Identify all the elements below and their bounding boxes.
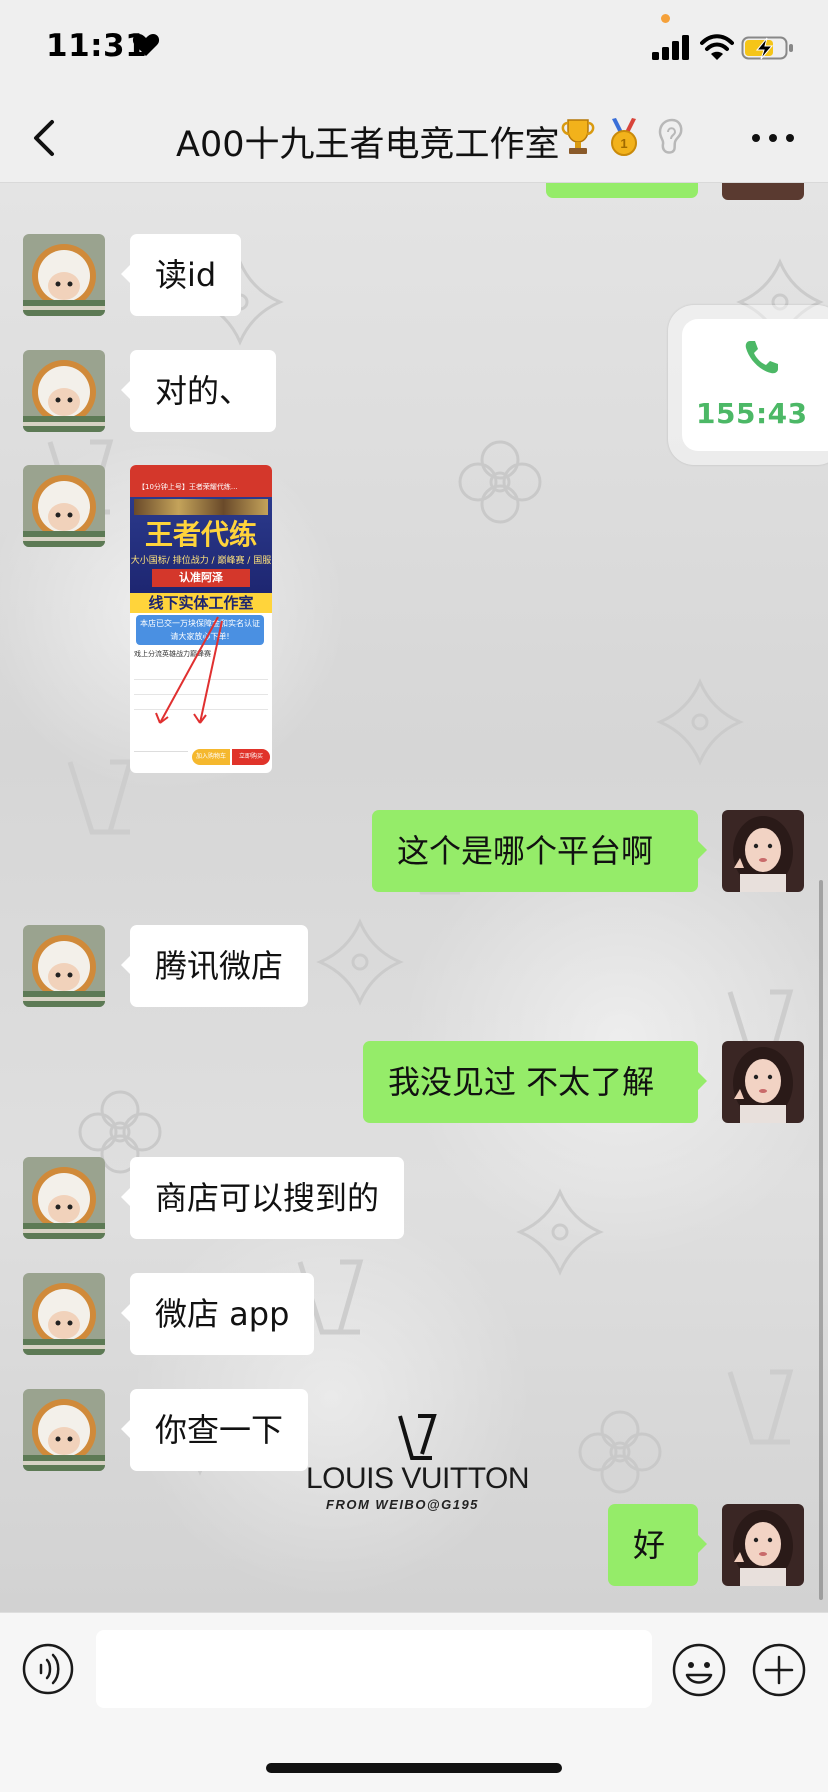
hero-row xyxy=(134,499,268,515)
previous-bubble-partial xyxy=(546,182,698,198)
red-arrows xyxy=(155,616,223,724)
status-bar: 11:31 xyxy=(0,0,828,92)
contact-avatar[interactable] xyxy=(23,465,105,547)
call-duration-text: 155:43 xyxy=(696,397,808,430)
phone-icon xyxy=(745,341,778,374)
my-avatar[interactable] xyxy=(722,1041,804,1123)
gold-medal-icon: 1 xyxy=(611,118,637,156)
plus-icon[interactable] xyxy=(752,1643,806,1697)
watermark-credit: FROM WEIBO@G195 xyxy=(326,1497,479,1512)
image-status-strip xyxy=(130,465,272,477)
message-bubble-received[interactable]: 微店 app xyxy=(120,1273,315,1355)
image-bottom-icons xyxy=(134,751,188,764)
contact-avatar[interactable] xyxy=(23,1389,105,1471)
banner-badge: 认准阿泽 xyxy=(152,569,250,587)
my-avatar[interactable] xyxy=(722,1504,804,1586)
message-bubble-received[interactable]: 你查一下 xyxy=(120,1389,309,1471)
call-duration-inner: 155:43 xyxy=(682,319,828,451)
my-avatar[interactable] xyxy=(722,810,804,892)
chat-header: A00十九王者电竞工作室 1 xyxy=(0,92,828,183)
home-indicator[interactable] xyxy=(266,1763,562,1773)
more-options-icon[interactable] xyxy=(750,128,796,148)
image-button-right: 立即购买 xyxy=(232,749,270,765)
wifi-icon xyxy=(700,34,734,60)
battery-charging-icon xyxy=(741,36,793,60)
message-bubble-sent[interactable]: 好 xyxy=(608,1504,707,1586)
scrollbar[interactable] xyxy=(819,880,823,1600)
image-header: 【10分钟上号】王者荣耀代练... xyxy=(130,477,272,497)
message-bubble-received[interactable]: 对的、 xyxy=(120,350,277,432)
call-duration-card[interactable]: 155:43 xyxy=(668,305,828,465)
message-bubble-received[interactable]: 腾讯微店 xyxy=(120,925,309,1007)
contact-avatar[interactable] xyxy=(23,350,105,432)
heart-icon xyxy=(132,34,160,56)
watermark-brand: LOUIS VUITTON xyxy=(306,1462,529,1495)
message-bubble-received[interactable]: 商店可以搜到的 xyxy=(120,1157,405,1239)
chat-screen: 读id 对的、 【10分钟上号】王者荣耀代练... 王者代练 大小国标/ 排位战… xyxy=(0,0,828,1792)
trophy-icon xyxy=(561,119,595,154)
voice-icon[interactable] xyxy=(22,1643,74,1695)
banner-bottom: 线下实体工作室 xyxy=(130,593,272,613)
message-bubble-sent[interactable]: 我没见过 不太了解 xyxy=(363,1041,707,1123)
banner-subtitle: 大小国标/ 排位战力 / 巅峰赛 / 国服 xyxy=(130,556,272,566)
message-input[interactable] xyxy=(96,1630,652,1708)
contact-avatar[interactable] xyxy=(23,925,105,1007)
input-bar xyxy=(0,1612,828,1792)
emoji-icon[interactable] xyxy=(672,1643,726,1697)
previous-avatar-partial xyxy=(722,182,804,200)
message-bubble-received[interactable]: 读id xyxy=(120,234,242,316)
lv-monogram-icon xyxy=(398,1414,437,1460)
contact-avatar[interactable] xyxy=(23,1157,105,1239)
image-button-left: 加入购物车 xyxy=(192,749,230,765)
contact-avatar[interactable] xyxy=(23,234,105,316)
svg-text:1: 1 xyxy=(620,136,627,151)
contact-avatar[interactable] xyxy=(23,1273,105,1355)
message-bubble-sent[interactable]: 这个是哪个平台啊 xyxy=(372,810,707,892)
image-message[interactable]: 【10分钟上号】王者荣耀代练... 王者代练 大小国标/ 排位战力 / 巅峰赛 … xyxy=(130,465,272,773)
back-icon[interactable] xyxy=(26,116,66,160)
ear-icon xyxy=(658,118,683,154)
cellular-signal-icon xyxy=(652,35,689,60)
privacy-indicator-dot xyxy=(661,14,670,23)
chat-title: A00十九王者电竞工作室 xyxy=(176,125,560,165)
banner-title: 王者代练 xyxy=(144,518,257,551)
image-banner: 王者代练 大小国标/ 排位战力 / 巅峰赛 / 国服 认准阿泽 xyxy=(130,497,272,597)
